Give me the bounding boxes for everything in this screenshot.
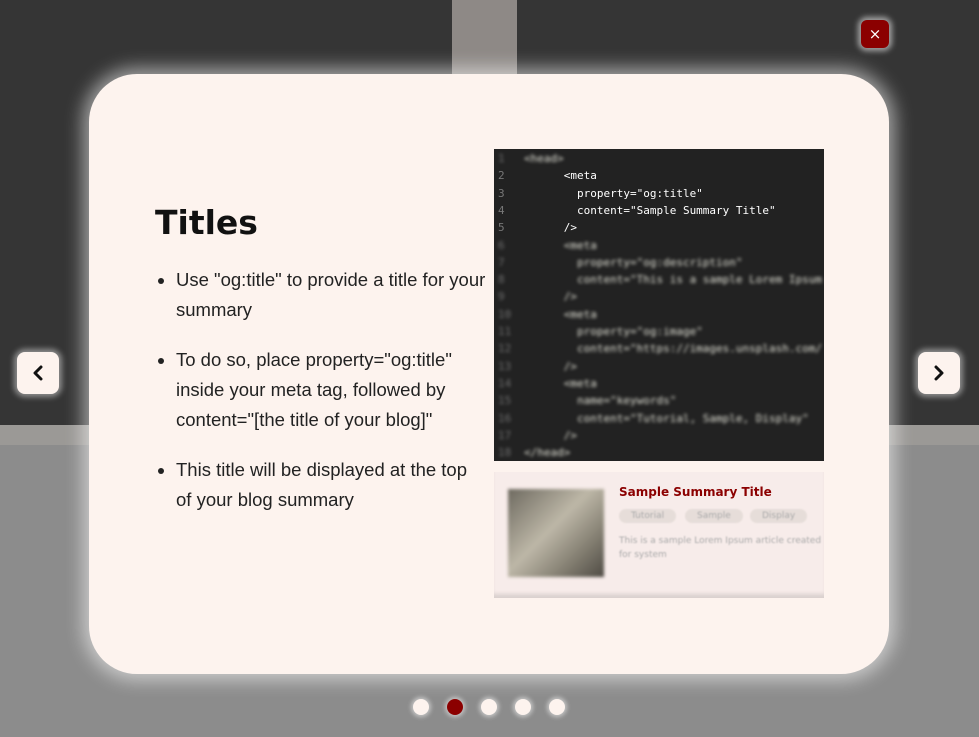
code-line-number: 5 [498,221,505,235]
code-line-number: 14 [498,376,512,390]
slide-bullet: This title will be displayed at the top … [176,455,486,515]
code-example-image: 1 <head> 2 <meta 3 property="og:title" 4 con… [494,149,824,461]
code-line-number: 8 [498,273,505,287]
code-line-text: <head> [524,152,564,165]
code-line-text: <meta [524,169,597,183]
backdrop-tab [452,0,517,80]
code-line: 9 /> [494,290,824,307]
code-line-text: /> [524,359,577,373]
code-line-number: 16 [498,411,512,425]
close-button[interactable]: × [861,20,889,48]
pagination-dot[interactable] [413,699,429,715]
code-line: 17 /> [494,429,824,446]
code-line-text: property="og:description" [524,255,743,269]
code-line-number: 7 [498,255,505,269]
preview-tag: Tutorial [619,509,677,523]
code-line-text: </head> [524,446,571,460]
close-icon: × [868,25,882,43]
code-line-number: 10 [498,307,512,321]
code-line: 16 content="Tutorial, Sample, Display" [494,412,824,429]
code-line-text: name="keywords" [524,394,677,408]
code-line: 3 property="og:title" [494,187,824,204]
code-line: 11 property="og:image" [494,325,824,342]
code-line-number: 4 [498,203,505,217]
preview-title: Sample Summary Title [619,485,772,499]
pagination-dot[interactable] [515,699,531,715]
slide-bullet: Use "og:title" to provide a title for yo… [176,265,486,325]
code-line: 15 name="keywords" [494,394,824,411]
code-line: 14 <meta [494,377,824,394]
preview-description: This is a sample Lorem Ipsum article cre… [619,536,822,560]
code-line-text: /> [524,290,577,304]
preview-tag: Sample [685,509,743,523]
code-line: 1 <head> [494,152,824,169]
pagination-dot[interactable] [481,699,497,715]
pagination-dot[interactable] [447,699,463,715]
code-line: 6 <meta [494,239,824,256]
code-line-text: content="https://images.unsplash.com/ [524,342,823,356]
code-line-number: 3 [498,186,505,200]
code-line: 13 /> [494,360,824,377]
code-line: 10 <meta [494,308,824,325]
code-line: 18 </head> [494,446,824,461]
preview-thumbnail [508,489,604,577]
code-line-number: 11 [498,325,512,338]
code-line-number: 1 [498,152,505,165]
code-line: 4 content="Sample Summary Title" [494,204,824,221]
code-line-number: 6 [498,238,505,252]
code-line-text: <meta [524,238,597,252]
code-line-number: 15 [498,394,512,408]
code-line: 5 /> [494,221,824,238]
summary-preview-image: Sample Summary Title Tutorial Sample Dis… [494,472,824,598]
code-line-number: 13 [498,359,512,373]
code-line: 7 property="og:description" [494,256,824,273]
prev-slide-button[interactable] [17,352,59,394]
next-slide-button[interactable] [918,352,960,394]
code-line: 8 content="This is a sample Lorem Ipsum [494,273,824,290]
code-line-number: 18 [498,446,512,460]
slide-bullet-list: Use "og:title" to provide a title for yo… [155,265,486,535]
code-line-text: content="Tutorial, Sample, Display" [524,411,809,425]
code-line-text: <meta [524,307,597,321]
chevron-right-icon [934,365,944,381]
code-line-number: 2 [498,169,505,183]
code-line-text: /> [524,221,577,235]
code-line-text: content="This is a sample Lorem Ipsum [524,273,823,287]
code-line-number: 12 [498,342,512,356]
code-line: 12 content="https://images.unsplash.com/ [494,342,824,359]
code-line-text: property="og:image" [524,325,703,338]
slide-title: Titles [155,203,258,242]
code-line-text: property="og:title" [524,186,703,200]
code-line-text: content="Sample Summary Title" [524,203,776,217]
code-line: 2 <meta [494,169,824,186]
chevron-left-icon [33,365,43,381]
slide-bullet: To do so, place property="og:title" insi… [176,345,486,435]
code-line-number: 9 [498,290,505,304]
code-line-text: /> [524,428,577,442]
preview-tag: Display [750,509,808,523]
code-line-number: 17 [498,428,512,442]
code-line-text: <meta [524,376,597,390]
pagination-dot[interactable] [549,699,565,715]
